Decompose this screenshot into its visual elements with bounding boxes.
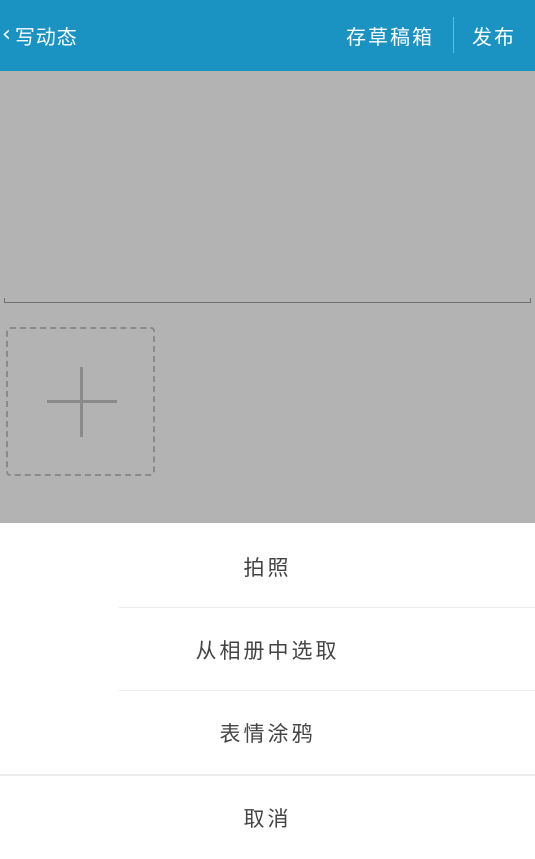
add-photo-button[interactable]: [6, 327, 155, 476]
compose-underline: [4, 298, 531, 303]
header-bar: ‹ 写动态 存草稿箱 发布: [0, 0, 535, 71]
header-divider: [453, 17, 454, 53]
action-sheet: 拍照 从相册中选取 表情涂鸦 取消: [0, 523, 535, 859]
chevron-left-icon: ‹: [2, 21, 11, 47]
plus-icon-vertical: [80, 367, 83, 437]
back-button[interactable]: ‹ 写动态: [0, 0, 78, 71]
action-sheet-options: 拍照 从相册中选取 表情涂鸦: [0, 523, 535, 774]
page-title: 写动态: [14, 25, 78, 49]
publish-button[interactable]: 发布: [472, 0, 516, 71]
take-photo-option[interactable]: 拍照: [0, 525, 535, 608]
cancel-button[interactable]: 取消: [0, 776, 535, 859]
save-draft-button[interactable]: 存草稿箱: [346, 0, 434, 71]
compose-text-area[interactable]: [0, 71, 535, 304]
choose-from-album-option[interactable]: 从相册中选取: [0, 608, 535, 691]
emoji-doodle-option[interactable]: 表情涂鸦: [0, 691, 535, 774]
